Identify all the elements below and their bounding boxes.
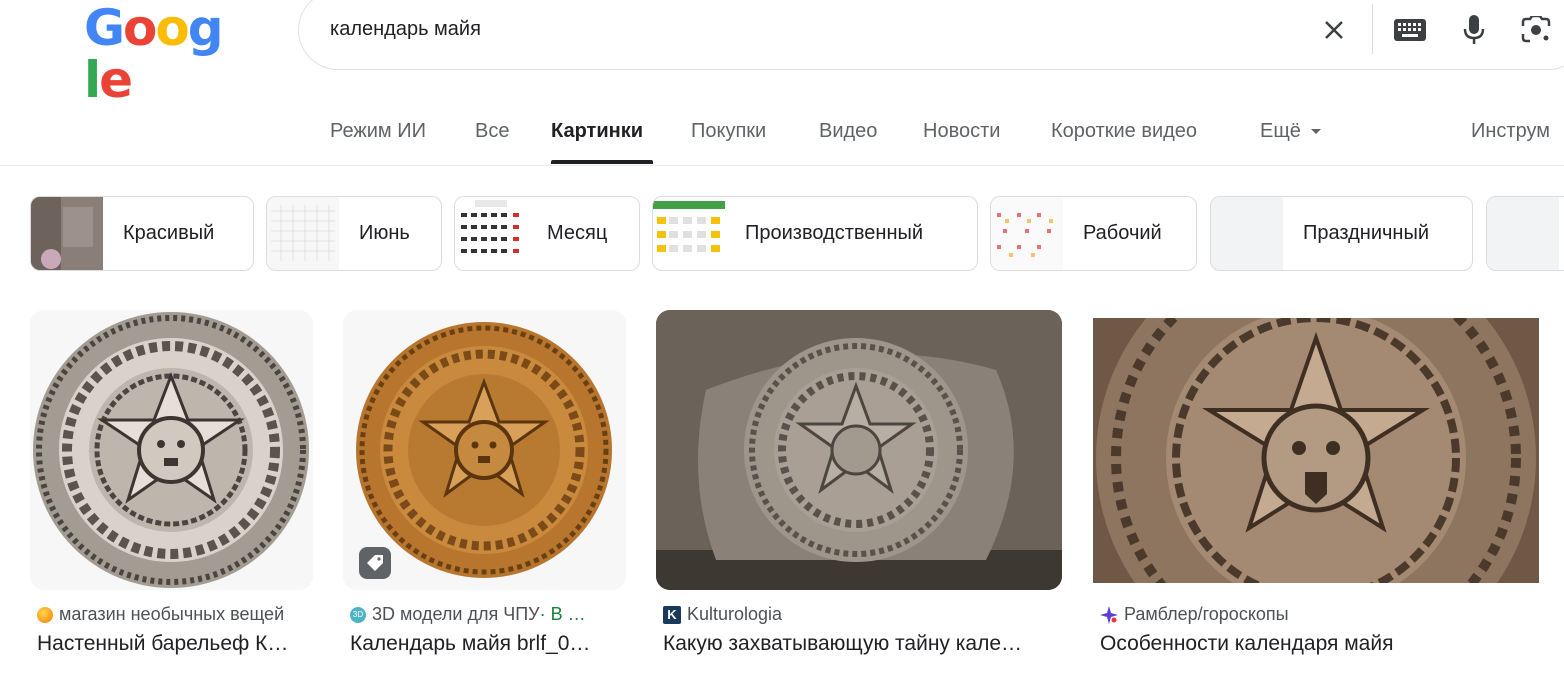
logo-letter: e <box>99 51 133 109</box>
result-source-extra: · В … <box>539 604 586 624</box>
chip-thumbnail <box>1487 197 1559 270</box>
lens-icon <box>1521 16 1551 43</box>
chip-thumbnail <box>991 197 1063 270</box>
result-source-name: магазин необычных вещей <box>59 604 285 624</box>
tab-videos[interactable]: Видео <box>819 120 877 143</box>
voice-search-button[interactable] <box>1454 10 1494 50</box>
chip-label: Рабочий <box>1083 222 1162 244</box>
result-source-name: 3D модели для ЧПУ <box>372 604 540 624</box>
tab-news[interactable]: Новости <box>923 120 1000 143</box>
chip-suggestion[interactable]: Месяц <box>454 196 640 271</box>
result-source[interactable]: 3D 3D модели для ЧПУ · В … <box>350 604 586 625</box>
result-image[interactable] <box>1093 318 1539 583</box>
clear-button[interactable] <box>1314 10 1354 50</box>
tab-ai-mode[interactable]: Режим ИИ <box>330 120 426 143</box>
search-input[interactable]: календарь майя <box>330 18 481 41</box>
logo-letter: o <box>155 0 189 57</box>
caret-down-icon <box>1310 129 1321 135</box>
result-title[interactable]: Настенный барельеф К… <box>37 632 309 656</box>
microphone-icon <box>1463 15 1485 44</box>
tab-short-videos[interactable]: Короткие видео <box>1051 120 1197 143</box>
chip-suggestion[interactable]: Июнь <box>266 196 442 271</box>
chip-label: Праздничный <box>1303 222 1430 244</box>
result-title[interactable]: Какую захватывающую тайну кале… <box>663 632 1051 656</box>
lens-search-button[interactable] <box>1516 10 1556 50</box>
sparkle-favicon-icon <box>1100 605 1118 624</box>
chip-suggestion[interactable]: Производственный <box>652 196 978 271</box>
tab-shopping[interactable]: Покупки <box>691 120 766 143</box>
result-source[interactable]: K Kulturologia <box>663 604 782 625</box>
shop-favicon-icon <box>37 606 53 623</box>
chip-suggestion[interactable] <box>1486 196 1564 271</box>
chip-label: Июнь <box>359 222 410 244</box>
result-image[interactable] <box>30 310 313 590</box>
active-tab-indicator <box>551 160 653 164</box>
result-image[interactable] <box>656 310 1062 590</box>
result-title[interactable]: Особенности календаря майя <box>1100 632 1540 656</box>
logo-letter: o <box>123 0 157 57</box>
tab-images[interactable]: Картинки <box>551 120 643 143</box>
tab-more[interactable]: Ещё <box>1260 120 1321 143</box>
keyboard-icon <box>1394 19 1426 41</box>
search-divider <box>1372 4 1373 54</box>
keyboard-button[interactable] <box>1390 10 1430 50</box>
tab-all[interactable]: Все <box>475 120 509 143</box>
tab-more-label: Ещё <box>1260 120 1301 142</box>
stone-relief-thumbnail <box>1093 318 1539 583</box>
search-tabs: Режим ИИ Все Картинки Покупки Видео Ново… <box>0 100 1564 166</box>
logo-letter: l <box>84 51 101 109</box>
logo-letter: G <box>84 0 125 57</box>
chip-label: Месяц <box>547 222 608 244</box>
chip-thumbnail <box>267 197 339 270</box>
result-title[interactable]: Календарь майя brlf_0… <box>350 632 612 656</box>
close-icon <box>1325 21 1343 39</box>
kulturologia-favicon-icon: K <box>663 605 681 624</box>
chip-thumbnail <box>1211 197 1283 270</box>
chip-suggestion[interactable]: Красивый <box>30 196 254 271</box>
chip-suggestion[interactable]: Праздничный <box>1210 196 1473 271</box>
result-source-name: Kulturologia <box>687 604 783 624</box>
product-tag-badge <box>359 547 391 579</box>
aztec-calendar-thumbnail <box>33 312 309 588</box>
result-source[interactable]: Рамблер/гороскопы <box>1100 604 1289 625</box>
chip-thumbnail <box>653 197 725 270</box>
google-logo[interactable]: Goog le <box>84 0 229 106</box>
tag-icon <box>367 555 383 571</box>
search-box[interactable] <box>298 0 1564 70</box>
tools-button[interactable]: Инструм <box>1471 120 1550 143</box>
chip-label: Производственный <box>745 222 924 244</box>
sun-stone-photo-thumbnail <box>656 310 1062 590</box>
result-source[interactable]: магазин необычных вещей <box>37 604 284 625</box>
chip-thumbnail <box>455 197 527 270</box>
logo-letter: g <box>187 0 224 57</box>
chip-thumbnail <box>31 197 103 270</box>
chip-suggestion[interactable]: Рабочий <box>990 196 1197 271</box>
result-source-name: Рамблер/гороскопы <box>1124 604 1289 624</box>
chip-label: Красивый <box>123 222 215 244</box>
3d-favicon-icon: 3D <box>350 606 366 623</box>
